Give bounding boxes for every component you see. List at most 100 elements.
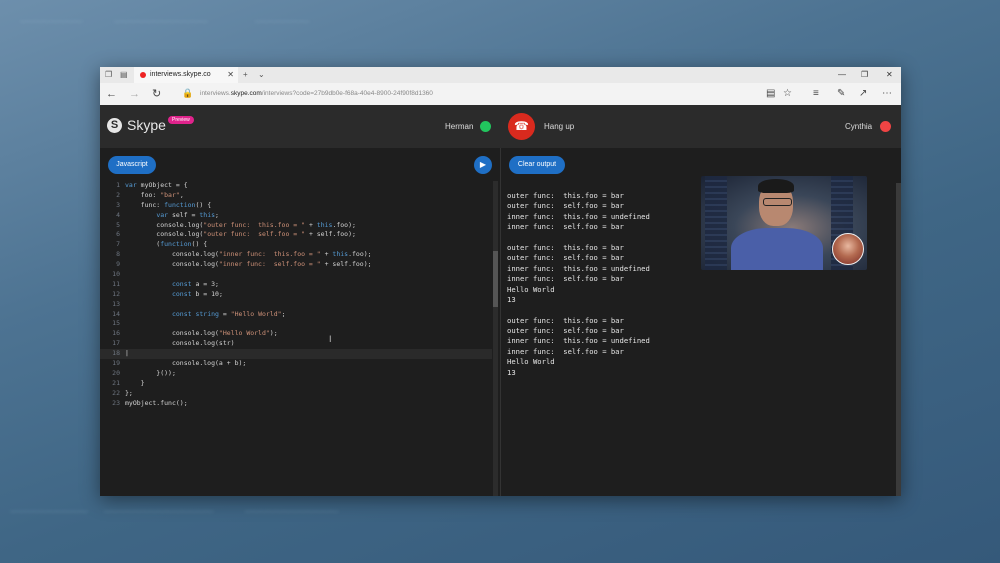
url-path: /interviews?code=27b9db0e-f68a-40e4-8900… [261, 90, 433, 97]
url-domain: skype.com [230, 90, 262, 97]
output-line: 13 [507, 367, 516, 377]
output-line: Hello World [507, 284, 555, 294]
lock-icon: 🔒 [182, 88, 194, 98]
skype-header: S Skype Preview Herman ☎ Hang up Cynthia [100, 105, 901, 148]
tab-favicon-icon [140, 72, 146, 78]
code-line: 22}; [112, 388, 133, 397]
output-line: Hello World [507, 357, 555, 367]
code-line: 10 [112, 270, 120, 279]
tab-close-icon[interactable]: ✕ [227, 70, 234, 79]
output-pane: Clear output outer func: this.foo = bar o… [500, 148, 901, 496]
hang-up-button[interactable]: ☎ [508, 113, 535, 140]
code-line: 4 var self = this; [116, 210, 219, 219]
run-button[interactable]: ▶ [474, 156, 492, 174]
code-line: 13 [112, 299, 120, 308]
new-tab-icon[interactable]: + [243, 70, 248, 80]
code-line: 6 console.log("outer func: self.foo = " … [116, 230, 356, 239]
code-line: 15 [112, 319, 120, 328]
tab-set-aside-icon[interactable]: ❐ [105, 70, 112, 80]
phone-icon: ☎ [514, 119, 529, 133]
editor-scrollbar-thumb[interactable] [493, 251, 498, 307]
minimize-icon[interactable]: — [838, 70, 846, 79]
output-line: inner func: this.foo = undefined [507, 263, 650, 273]
console-output: outer func: this.foo = bar outer func: se… [507, 191, 650, 378]
output-line: inner func: self.foo = bar [507, 346, 624, 356]
skype-logo-icon: S [107, 118, 122, 133]
code-line: 1 var myObject = { [116, 181, 188, 189]
person-body [731, 228, 823, 270]
person-hair [758, 179, 794, 193]
output-line: inner func: this.foo = undefined [507, 336, 650, 346]
tab-title: interviews.skype.co [150, 71, 211, 78]
person-glasses [763, 198, 792, 206]
code-editor[interactable]: 1 var myObject = { 2 foo: "bar", 3 func: … [100, 181, 492, 408]
background-code-decoration: ──────── ──────────── ─────── [20, 15, 310, 30]
text-cursor-icon: I [329, 334, 332, 344]
output-scrollbar[interactable] [896, 183, 901, 496]
output-line: outer func: this.foo = bar [507, 191, 624, 200]
output-line: inner func: self.foo = bar [507, 222, 624, 232]
language-select-button[interactable]: Javascript [108, 156, 156, 174]
skype-logo-text: Skype [127, 117, 166, 133]
web-note-icon[interactable]: ✎ [837, 88, 845, 100]
code-line: 23 myObject.func(); [112, 398, 188, 407]
herman-status-icon [480, 121, 491, 132]
code-line: 8 console.log("inner func: this.foo = " … [116, 250, 372, 259]
preview-badge: Preview [168, 116, 194, 124]
code-line: 7 (function() { [116, 240, 208, 249]
code-line: 20 }()); [112, 368, 176, 377]
output-line: 13 [507, 294, 516, 304]
server-rack-decoration [705, 176, 727, 270]
hub-icon[interactable]: ≡ [813, 88, 819, 100]
self-video-avatar [832, 233, 864, 265]
output-line: outer func: self.foo = bar [507, 326, 624, 336]
restore-icon[interactable]: ❐ [861, 70, 868, 79]
output-line: inner func: this.foo = undefined [507, 211, 650, 221]
hang-up-label: Hang up [544, 122, 575, 131]
url-field[interactable]: interviews.skype.com/interviews?code=27b… [200, 90, 433, 97]
code-line: 3 func: function() { [116, 200, 212, 209]
background-code-decoration: ────────── ────────────── ──────────── [10, 505, 339, 520]
code-line: 16 console.log("Hello World"); [112, 329, 278, 338]
output-line: inner func: self.foo = bar [507, 274, 624, 284]
code-line: 14 const string = "Hello World"; [112, 309, 286, 318]
tab-active[interactable]: interviews.skype.co ✕ [134, 67, 238, 83]
code-line: 12 const b = 10; [112, 289, 223, 298]
code-line-active: 18 | [100, 349, 492, 360]
url-prefix: interviews. [200, 90, 231, 97]
tab-preview-icon[interactable]: ▤ [120, 70, 128, 80]
code-editor-pane: Javascript ▶ 1 var myObject = { 2 foo: "b… [100, 148, 499, 496]
tab-list-icon[interactable]: ⌄ [258, 70, 265, 80]
cynthia-status-icon [880, 121, 891, 132]
code-line: 5 console.log("outer func: this.foo = " … [116, 220, 356, 229]
remote-video [701, 176, 867, 270]
code-line: 17 console.log(str) [112, 339, 235, 348]
output-line: outer func: this.foo = bar [507, 315, 624, 325]
code-line: 19 console.log(a + b); [112, 359, 247, 368]
refresh-icon[interactable]: ↻ [152, 88, 161, 100]
play-icon: ▶ [479, 160, 487, 169]
close-window-icon[interactable]: ✕ [886, 70, 893, 79]
output-line: outer func: self.foo = bar [507, 201, 624, 211]
share-icon[interactable]: ↗ [859, 88, 867, 100]
output-scrollbar-thumb[interactable] [896, 183, 901, 496]
back-icon[interactable]: ← [106, 88, 117, 100]
favorite-star-icon[interactable]: ☆ [783, 88, 792, 100]
clear-output-button[interactable]: Clear output [509, 156, 565, 174]
code-line: 21 } [112, 378, 145, 387]
participant-herman: Herman [445, 122, 474, 131]
participant-cynthia: Cynthia [845, 122, 873, 131]
more-icon[interactable]: ⋯ [882, 88, 892, 100]
forward-icon[interactable]: → [129, 88, 140, 100]
editor-scrollbar[interactable] [493, 181, 498, 496]
code-line: 2 foo: "bar", [116, 190, 184, 199]
reading-view-icon[interactable]: ▤ [766, 88, 775, 100]
code-line: 9 console.log("inner func: self.foo = " … [116, 260, 372, 269]
output-line: outer func: self.foo = bar [507, 253, 624, 263]
code-line: 11 const a = 3; [112, 279, 219, 288]
browser-window: ❐ ▤ interviews.skype.co ✕ + ⌄ — ❐ ✕ ← → … [100, 67, 901, 496]
address-bar: ← → ↻ 🔒 interviews.skype.com/interviews?… [100, 83, 901, 106]
tab-bar: ❐ ▤ interviews.skype.co ✕ + ⌄ — ❐ ✕ [100, 67, 901, 83]
